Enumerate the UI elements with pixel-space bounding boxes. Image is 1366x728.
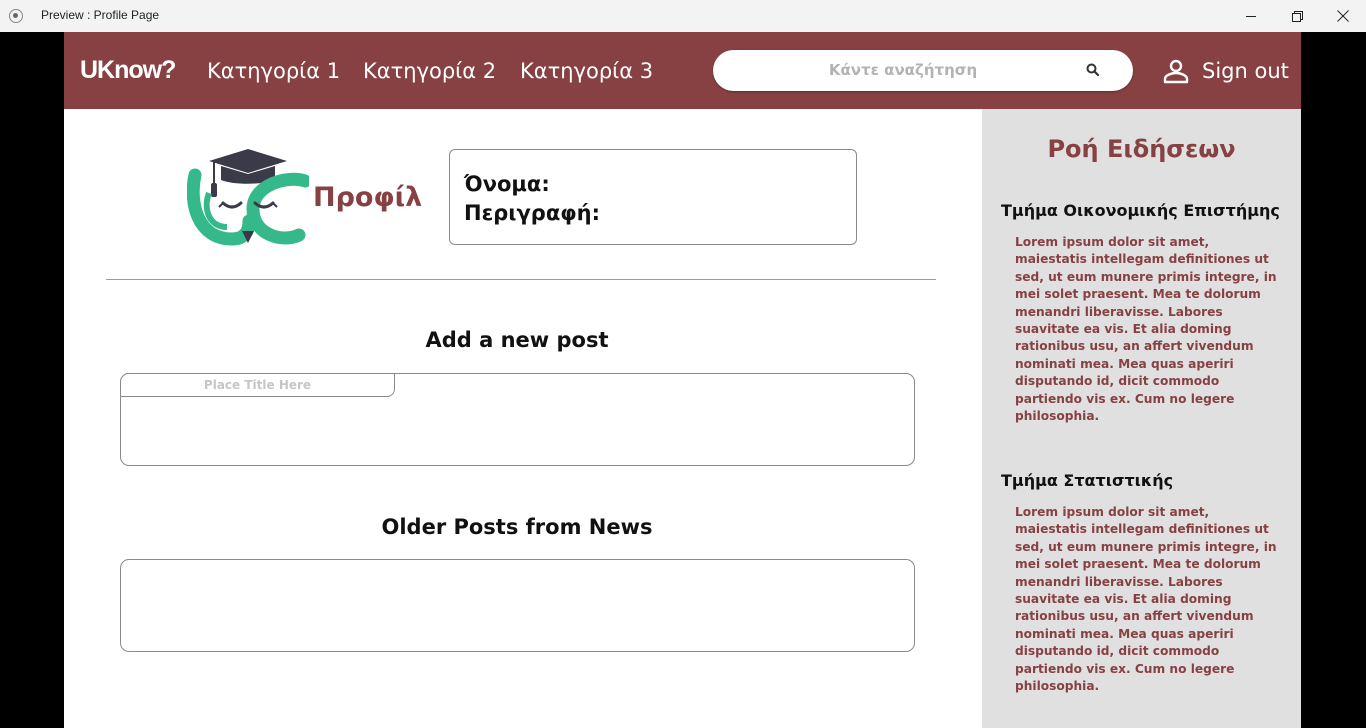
new-post-heading: Add a new post [425,328,609,352]
app-window: UKnow? Κατηγορία 1 Κατηγορία 2 Κατηγορία… [64,32,1301,728]
profile-title: Προφίλ [313,182,423,213]
window-titlebar: Preview : Profile Page [0,0,1366,32]
maximize-button[interactable] [1274,0,1320,32]
news-item-department[interactable]: Τμήμα Στατιστικής [1001,471,1173,490]
app-icon [9,9,23,23]
brand-logo[interactable]: UKnow? [80,56,176,85]
search-input[interactable] [733,58,1073,82]
older-posts-heading: Older Posts from News [381,515,653,539]
nav-category-3[interactable]: Κατηγορία 3 [520,59,653,83]
close-button[interactable] [1320,0,1366,32]
nav-category-1[interactable]: Κατηγορία 1 [207,59,340,83]
section-divider [106,279,936,280]
owl-logo-icon [187,149,309,246]
news-item-body: Lorem ipsum dolor sit amet, maiestatis i… [1015,505,1277,694]
post-title-input[interactable] [120,373,395,397]
close-icon [1337,10,1349,22]
sign-out-button[interactable]: Sign out [1202,59,1289,83]
window-title: Preview : Profile Page [41,8,160,22]
news-item-department[interactable]: Τμήμα Οικονομικής Επιστήμης [1001,201,1280,220]
minimize-button[interactable] [1228,0,1274,32]
top-navbar: UKnow? Κατηγορία 1 Κατηγορία 2 Κατηγορία… [64,32,1301,109]
profile-info-box: Όνομα: Περιγραφή: [449,149,857,245]
new-post-body-field[interactable] [120,373,915,466]
nav-category-2[interactable]: Κατηγορία 2 [363,59,496,83]
older-posts-list[interactable] [120,559,915,652]
minimize-icon [1245,15,1256,17]
user-icon[interactable] [1163,58,1189,84]
news-feed-sidebar: Ροή Ειδήσεων Τμήμα Οικονομικής Επιστήμης… [982,109,1301,728]
profile-description-label: Περιγραφή: [464,201,601,225]
search-icon[interactable] [1085,62,1101,78]
search-bar [713,50,1133,91]
maximize-icon [1291,10,1303,22]
news-feed-title: Ροή Ειδήσεων [1047,135,1236,163]
news-item-body: Lorem ipsum dolor sit amet, maiestatis i… [1015,235,1277,424]
profile-name-label: Όνομα: [464,172,550,196]
